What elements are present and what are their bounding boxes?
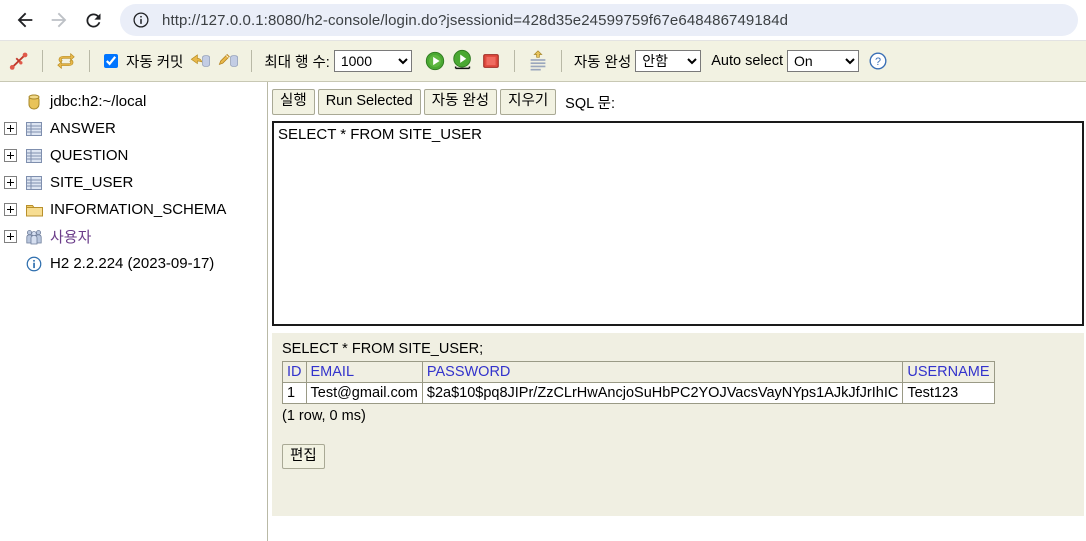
max-rows-select[interactable]: 1000 — [333, 50, 412, 72]
edit-button[interactable]: 편집 — [282, 444, 325, 470]
tree-item-label: jdbc:h2:~/local — [50, 93, 147, 110]
run-button[interactable]: 실행 — [272, 89, 315, 115]
rollback-database-icon[interactable] — [187, 48, 213, 74]
toolbar-divider-5 — [560, 50, 562, 72]
toolbar-divider-4 — [513, 50, 515, 72]
tree-item-version[interactable]: H2 2.2.224 (2023-09-17) — [4, 250, 267, 277]
tree-item-information-schema[interactable]: INFORMATION_SCHEMA — [4, 196, 267, 223]
expand-toggle-icon[interactable] — [4, 149, 17, 162]
disconnect-icon[interactable] — [6, 48, 32, 74]
commit-database-icon[interactable] — [215, 48, 241, 74]
result-panel: SELECT * FROM SITE_USER; ID EMAIL PASSWO… — [272, 333, 1084, 516]
browser-toolbar: http://127.0.0.1:8080/h2-console/login.d… — [0, 0, 1086, 41]
info-icon — [25, 255, 43, 273]
run-selected-button[interactable]: Run Selected — [317, 89, 421, 115]
cell-username: Test123 — [902, 382, 995, 404]
executed-sql-text: SELECT * FROM SITE_USER; — [282, 341, 484, 357]
sql-content-area: 실행 Run Selected 자동 완성 지우기 SQL 문: SELECT … — [268, 82, 1086, 541]
table-header-row: ID EMAIL PASSWORD USERNAME — [282, 361, 995, 383]
clear-button[interactable]: 지우기 — [500, 89, 557, 115]
tree-item-label: H2 2.2.224 (2023-09-17) — [50, 255, 215, 272]
sql-statement-label: SQL 문: — [565, 95, 616, 112]
database-cylinder-icon — [25, 93, 43, 111]
reload-icon — [83, 10, 104, 31]
back-button[interactable] — [8, 3, 42, 37]
edit-button-wrap: 편집 — [282, 444, 1084, 470]
column-header-password[interactable]: PASSWORD — [421, 361, 904, 383]
table-row[interactable]: 1 Test@gmail.com $2a$10$pq8JIPr/ZzCLrHwA… — [282, 382, 995, 404]
tree-item-question[interactable]: QUESTION — [4, 142, 267, 169]
help-question-icon[interactable]: ? — [865, 48, 891, 74]
toolbar-divider-3 — [251, 50, 253, 72]
tree-item-label: 사용자 — [50, 229, 92, 246]
folder-icon — [25, 201, 43, 219]
run-green-play-icon[interactable] — [422, 48, 448, 74]
tree-item-site-user[interactable]: SITE_USER — [4, 169, 267, 196]
toolbar-divider-2 — [89, 50, 90, 72]
auto-select-select[interactable]: On — [786, 50, 859, 72]
auto-commit-checkbox[interactable] — [104, 54, 118, 68]
sql-button-row: 실행 Run Selected 자동 완성 지우기 SQL 문: — [268, 88, 1086, 116]
column-header-username[interactable]: USERNAME — [902, 361, 995, 383]
autocomplete-select[interactable]: 안함 — [635, 50, 702, 72]
main-area: jdbc:h2:~/local ANSWER QUESTION SITE_USE… — [0, 82, 1086, 541]
tree-item-label: ANSWER — [50, 120, 116, 137]
tree-item-label: QUESTION — [50, 147, 129, 164]
stop-red-square-icon[interactable] — [478, 48, 504, 74]
table-icon — [25, 120, 43, 138]
arrow-left-icon — [14, 9, 36, 31]
tree-item-connection[interactable]: jdbc:h2:~/local — [4, 88, 267, 115]
run-selected-play-icon[interactable] — [450, 48, 476, 74]
arrow-right-icon — [48, 9, 70, 31]
row-count-status: (1 row, 0 ms) — [282, 408, 366, 424]
max-rows-label: 최대 행 수: — [264, 54, 330, 71]
tree-item-label: INFORMATION_SCHEMA — [50, 201, 227, 218]
forward-button[interactable] — [42, 3, 76, 37]
column-header-email[interactable]: EMAIL — [305, 361, 423, 383]
database-tree-sidebar: jdbc:h2:~/local ANSWER QUESTION SITE_USE… — [0, 82, 268, 541]
column-header-id[interactable]: ID — [282, 361, 307, 383]
expand-toggle-icon[interactable] — [4, 230, 17, 243]
address-bar-url: http://127.0.0.1:8080/h2-console/login.d… — [162, 11, 789, 29]
auto-commit-label: 자동 커밋 — [126, 54, 184, 71]
svg-text:?: ? — [875, 56, 881, 68]
tree-item-label: SITE_USER — [50, 174, 134, 191]
expand-toggle-icon[interactable] — [4, 176, 17, 189]
table-icon — [25, 174, 43, 192]
cell-id: 1 — [282, 382, 307, 404]
address-bar[interactable]: http://127.0.0.1:8080/h2-console/login.d… — [120, 4, 1078, 36]
reload-button[interactable] — [76, 3, 110, 37]
expand-toggle-icon[interactable] — [4, 122, 17, 135]
expand-toggle-icon[interactable] — [4, 203, 17, 216]
refresh-icon[interactable] — [53, 48, 79, 74]
cell-email: Test@gmail.com — [305, 382, 423, 404]
autocomplete-label: 자동 완성 — [573, 54, 632, 71]
autocomplete-button[interactable]: 자동 완성 — [423, 89, 498, 115]
sql-input[interactable] — [272, 121, 1084, 326]
tree-item-users[interactable]: 사용자 — [4, 223, 267, 250]
toolbar-divider — [42, 50, 43, 72]
table-icon — [25, 147, 43, 165]
result-table: ID EMAIL PASSWORD USERNAME 1 Test@gmail.… — [282, 361, 995, 404]
auto-select-label: Auto select — [711, 53, 783, 69]
info-circle-icon[interactable] — [132, 11, 150, 29]
cell-password: $2a$10$pq8JIPr/ZzCLrHwAncjoSuHbPC2YOJVac… — [421, 382, 904, 404]
h2-toolbar: 자동 커밋 최대 행 수: 1000 자동 완성 안함 Auto select … — [0, 41, 1086, 82]
clear-sql-icon[interactable] — [525, 48, 551, 74]
tree-item-answer[interactable]: ANSWER — [4, 115, 267, 142]
users-icon — [25, 228, 43, 246]
